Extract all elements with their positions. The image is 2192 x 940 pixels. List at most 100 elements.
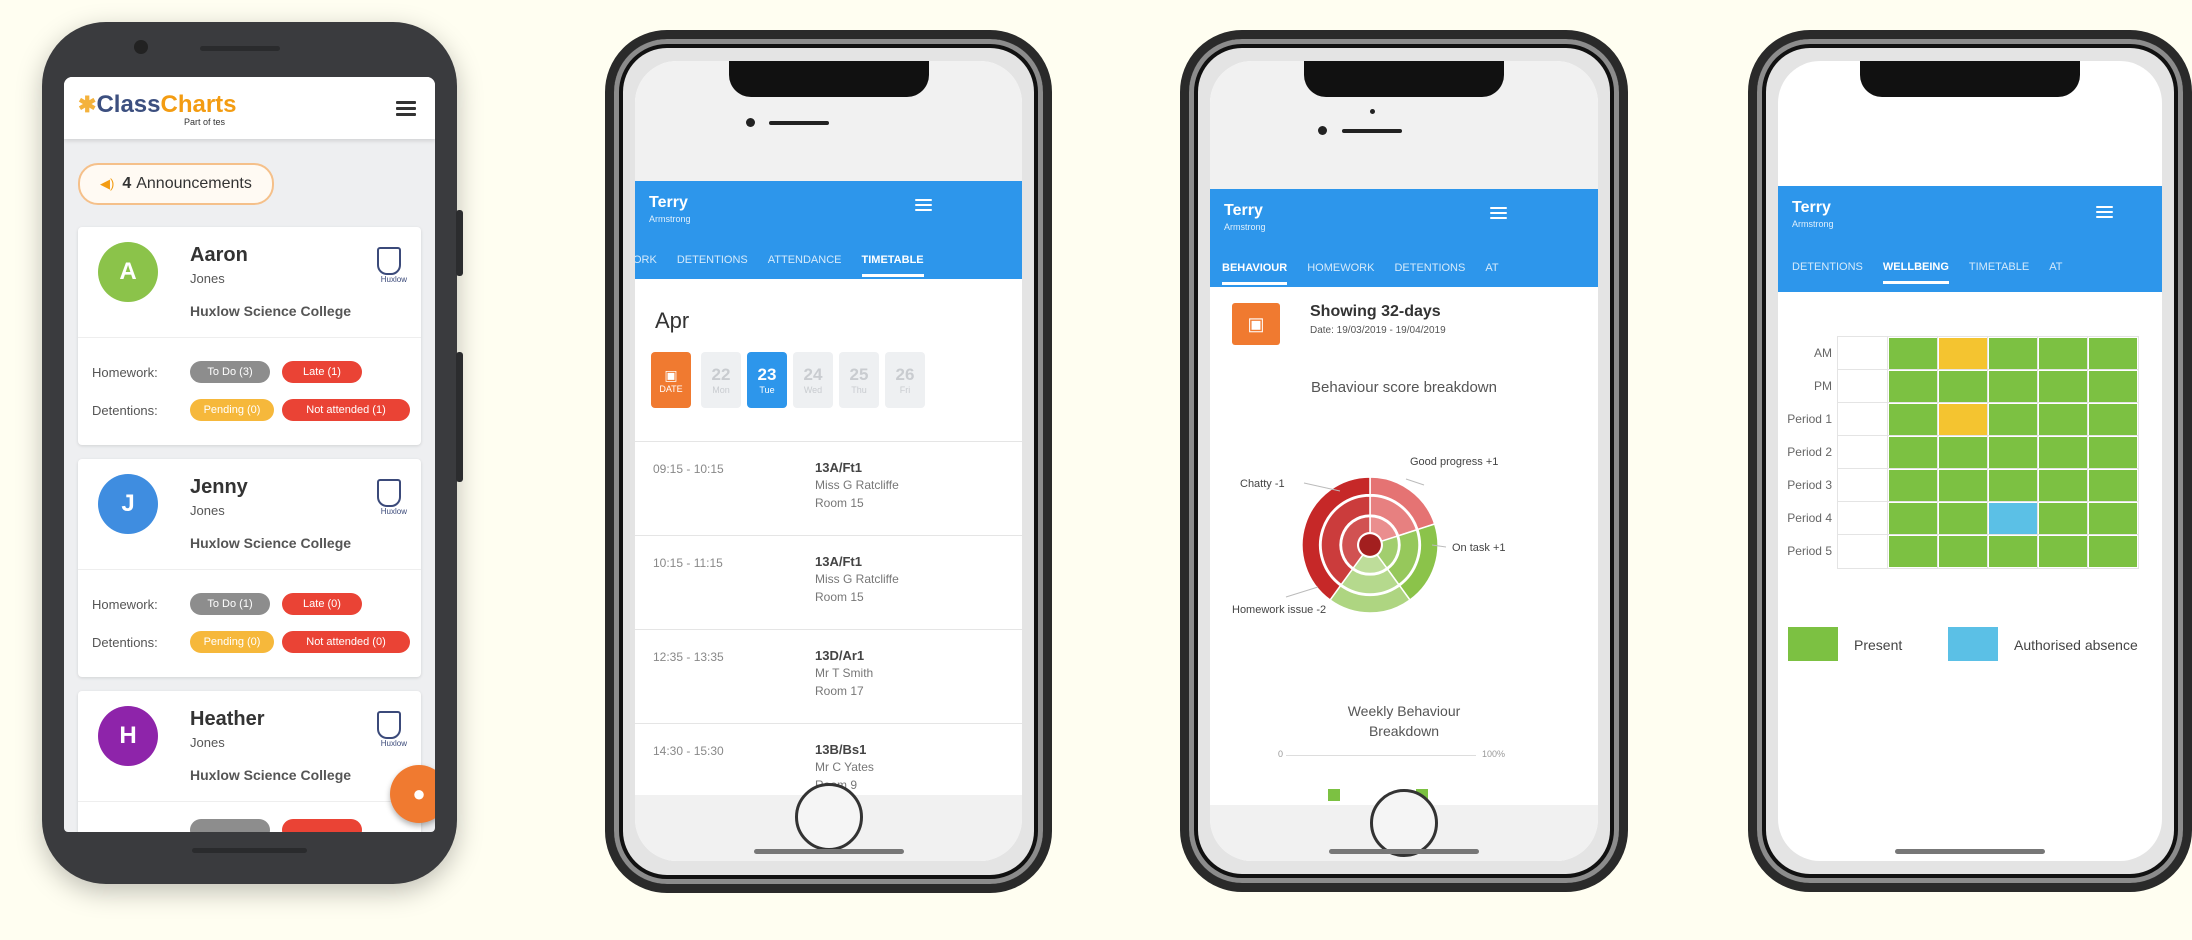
grid-cell[interactable] [1837, 402, 1889, 437]
grid-cell[interactable] [1887, 402, 1939, 437]
hamburger-menu-icon[interactable] [396, 101, 416, 116]
detentions-pending-badge[interactable]: Pending (0) [190, 631, 274, 653]
tab-timetable[interactable]: TIMETABLE [861, 245, 924, 277]
tab-behaviour[interactable]: BEHAVIOUR [1222, 253, 1288, 285]
pie-label-good-progress: Good progress +1 [1410, 456, 1498, 468]
tab-timetable[interactable]: TIMETABLE [1969, 252, 2029, 284]
notch [728, 61, 929, 97]
grid-cell[interactable] [2037, 501, 2089, 536]
tab-attendance[interactable]: AT [2049, 252, 2062, 284]
calendar-button[interactable]: ▣ [1232, 303, 1280, 345]
detentions-pending-badge[interactable]: Pending (0) [190, 399, 274, 421]
day-mon[interactable]: 22 Mon [701, 352, 741, 408]
homework-todo-badge[interactable] [190, 819, 270, 832]
student-card[interactable]: J Jenny Jones Huxlow Science College Hux… [78, 459, 421, 677]
date-picker-button[interactable]: ▣ DATE [651, 352, 691, 408]
grid-cell[interactable] [1987, 501, 2039, 536]
grid-cell[interactable] [1937, 402, 1989, 437]
homework-late-badge[interactable] [282, 819, 362, 832]
detentions-not-attended-badge[interactable]: Not attended (0) [282, 631, 410, 653]
home-button[interactable] [794, 783, 863, 851]
grid-cell[interactable] [1987, 534, 2039, 569]
hamburger-menu-icon[interactable] [2096, 206, 2113, 220]
detentions-not-attended-badge[interactable]: Not attended (1) [282, 399, 410, 421]
legend-authorised-swatch [1948, 627, 1998, 661]
grid-cell[interactable] [1837, 534, 1889, 569]
grid-cell[interactable] [1987, 336, 2039, 371]
grid-cell[interactable] [1837, 336, 1889, 371]
grid-cell[interactable] [1887, 501, 1939, 536]
divider [78, 801, 421, 802]
day-wed[interactable]: 24 Wed [793, 352, 833, 408]
grid-cell[interactable] [2087, 468, 2139, 503]
grid-cell[interactable] [1837, 369, 1889, 404]
grid-cell[interactable] [1837, 468, 1889, 503]
iphone-timetable: Terry Armstrong ORK DETENTIONS ATTENDANC… [605, 30, 1052, 893]
grid-cell[interactable] [2037, 468, 2089, 503]
grid-cell[interactable] [1837, 501, 1889, 536]
grid-cell[interactable] [1987, 435, 2039, 470]
tab-wellbeing[interactable]: WELLBEING [1882, 252, 1949, 284]
grid-cell[interactable] [2087, 501, 2139, 536]
grid-cell[interactable] [1987, 402, 2039, 437]
grid-cell[interactable] [1987, 369, 2039, 404]
tab-attendance[interactable]: AT [1485, 253, 1498, 285]
pie-label-chatty: Chatty -1 [1240, 478, 1285, 490]
grid-cell[interactable] [1937, 468, 1989, 503]
homework-late-badge[interactable]: Late (1) [282, 361, 362, 383]
school-crest-icon [377, 247, 401, 275]
day-tue-selected[interactable]: 23 Tue [747, 352, 787, 408]
grid-cell[interactable] [1887, 468, 1939, 503]
announcements-label: Announcements [136, 175, 252, 192]
grid-cell[interactable] [1887, 369, 1939, 404]
grid-cell[interactable] [2037, 534, 2089, 569]
student-header: Terry Armstrong DETENTIONS WELLBEING TIM… [1778, 186, 2162, 292]
tab-detentions[interactable]: DETENTIONS [677, 245, 748, 277]
grid-cell[interactable] [2087, 534, 2139, 569]
calendar-icon: ▣ [664, 366, 678, 383]
grid-row-label: PM [1814, 379, 1832, 393]
grid-cell[interactable] [2087, 369, 2139, 404]
grid-cell[interactable] [2037, 402, 2089, 437]
grid-cell[interactable] [1937, 336, 1989, 371]
student-name: Terry [1224, 202, 1263, 219]
grid-cell[interactable] [2037, 369, 2089, 404]
hamburger-menu-icon[interactable] [1490, 207, 1507, 221]
grid-cell[interactable] [1887, 336, 1939, 371]
student-card[interactable]: H Heather Jones Huxlow Science College H… [78, 691, 421, 832]
homework-todo-badge[interactable]: To Do (1) [190, 593, 270, 615]
grid-cell[interactable] [1937, 534, 1989, 569]
grid-cell[interactable] [2087, 336, 2139, 371]
grid-cell[interactable] [2087, 435, 2139, 470]
grid-cell[interactable] [1937, 435, 1989, 470]
lesson-row[interactable]: 12:35 - 13:35 13D/Ar1 Mr T Smith Room 17 [635, 629, 1022, 724]
hamburger-menu-icon[interactable] [915, 199, 932, 213]
day-thu[interactable]: 25 Thu [839, 352, 879, 408]
tab-detentions[interactable]: DETENTIONS [1792, 252, 1863, 284]
day-fri[interactable]: 26 Fri [885, 352, 925, 408]
tab-homework[interactable]: HOMEWORK [1307, 253, 1374, 285]
grid-cell[interactable] [2087, 402, 2139, 437]
grid-cell[interactable] [1937, 369, 1989, 404]
grid-cell[interactable] [2037, 336, 2089, 371]
grid-cell[interactable] [2037, 435, 2089, 470]
power-button [456, 352, 463, 482]
grid-cell[interactable] [1887, 534, 1939, 569]
home-button[interactable] [1370, 789, 1438, 857]
lesson-row[interactable]: 09:15 - 10:15 13A/Ft1 Miss G Ratcliffe R… [635, 441, 1022, 536]
grid-cell[interactable] [1937, 501, 1989, 536]
grid-cell[interactable] [1837, 435, 1889, 470]
homework-late-badge[interactable]: Late (0) [282, 593, 362, 615]
grid-cell[interactable] [1887, 435, 1939, 470]
announcements-button[interactable]: ◀) 4 Announcements [78, 163, 274, 205]
school-crest-icon [377, 479, 401, 507]
student-card[interactable]: A Aaron Jones Huxlow Science College Hux… [78, 227, 421, 445]
homework-todo-badge[interactable]: To Do (3) [190, 361, 270, 383]
tab-attendance[interactable]: ATTENDANCE [768, 245, 842, 277]
tab-homework[interactable]: ORK [635, 245, 657, 277]
camera-icon [746, 118, 755, 127]
tab-detentions[interactable]: DETENTIONS [1394, 253, 1465, 285]
grid-row-label: Period 1 [1787, 412, 1832, 426]
grid-cell[interactable] [1987, 468, 2039, 503]
lesson-row[interactable]: 10:15 - 11:15 13A/Ft1 Miss G Ratcliffe R… [635, 535, 1022, 630]
